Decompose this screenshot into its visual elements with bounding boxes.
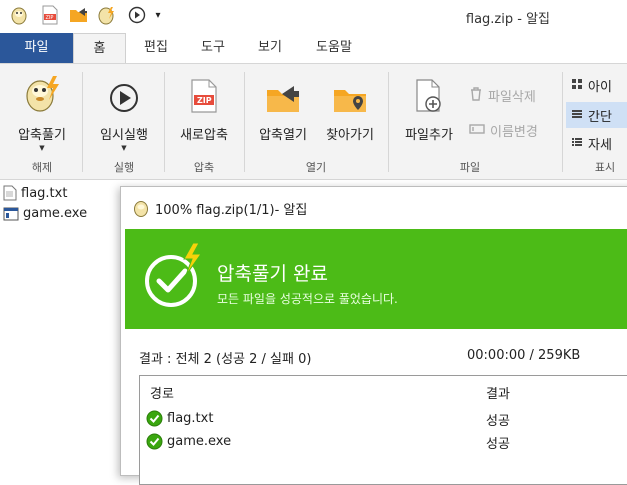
tab-view[interactable]: 보기 xyxy=(244,33,296,63)
check-lightning-icon xyxy=(143,242,207,316)
ribbon-divider xyxy=(562,72,563,172)
ribbon-divider xyxy=(244,72,245,172)
text-file-icon xyxy=(3,185,17,201)
alzip-logo-icon xyxy=(133,199,149,217)
tab-file[interactable]: 파일 xyxy=(0,33,73,63)
ribbon-divider xyxy=(388,72,389,172)
group-label-open: 열기 xyxy=(305,161,327,174)
grid-icon xyxy=(572,78,582,93)
success-check-icon xyxy=(146,433,163,450)
trash-icon xyxy=(469,86,483,105)
group-label-display: 표시 xyxy=(594,161,616,174)
group-label-run: 실행 xyxy=(113,161,135,174)
view-detail-button[interactable]: 자세 xyxy=(572,134,612,153)
delete-file-button[interactable]: 파일삭제 xyxy=(469,86,536,105)
run-button[interactable]: 임시실행 ▼ xyxy=(88,74,160,153)
file-list: flag.txt game.exe xyxy=(0,181,120,470)
dialog-title: 100% flag.zip(1/1)- 알집 xyxy=(155,202,308,218)
group-label-file: 파일 xyxy=(459,161,481,174)
list-item[interactable]: game.exe xyxy=(3,206,87,221)
view-simple-button[interactable]: 간단 xyxy=(566,102,627,128)
row-path: flag.txt xyxy=(167,410,214,426)
view-icon-label: 아이 xyxy=(588,80,612,95)
ribbon-tabs: 파일 홈 편집 도구 보기 도움말 xyxy=(0,33,627,64)
banner-subtitle: 모든 파일을 성공적으로 풀었습니다. xyxy=(217,292,398,306)
extract-button[interactable]: 압축풀기 ▼ xyxy=(6,74,78,153)
completion-banner: 압축풀기 완료 모든 파일을 성공적으로 풀었습니다. xyxy=(125,229,627,329)
extract-complete-dialog: 100% flag.zip(1/1)- 알집 압축풀기 완료 모든 파일을 성공… xyxy=(120,186,627,485)
tab-tools[interactable]: 도구 xyxy=(187,33,239,63)
tab-home[interactable]: 홈 xyxy=(73,33,126,64)
window-title: flag.zip - 알집 xyxy=(465,12,550,27)
title-bar: ZIP ▾ flag.zip - 알집 xyxy=(0,0,627,33)
svg-text:ZIP: ZIP xyxy=(197,96,212,105)
play-icon xyxy=(108,74,140,114)
view-detail-label: 자세 xyxy=(588,138,612,153)
tab-edit[interactable]: 편집 xyxy=(130,33,182,63)
list-icon xyxy=(572,108,582,123)
add-file-label: 파일추가 xyxy=(405,128,453,143)
table-row[interactable]: game.exe xyxy=(146,431,231,451)
tab-help[interactable]: 도움말 xyxy=(302,33,366,63)
dialog-title-bar: 100% flag.zip(1/1)- 알집 xyxy=(121,187,627,229)
chevron-down-icon: ▼ xyxy=(39,144,45,152)
row-path: game.exe xyxy=(167,433,232,449)
file-name: flag.txt xyxy=(21,185,68,201)
result-table: 경로 결과 flag.txt 성공 game.exe 성공 xyxy=(139,375,627,485)
new-zip-button[interactable]: ZIP 새로압축 xyxy=(168,74,240,143)
col-header-result: 결과 xyxy=(486,387,510,402)
group-label-compress: 압축 xyxy=(193,161,215,174)
find-label: 찾아가기 xyxy=(326,128,374,143)
rename-icon xyxy=(469,123,485,139)
rename-label: 이름변경 xyxy=(490,125,538,140)
success-check-icon xyxy=(146,410,163,427)
find-button[interactable]: 찾아가기 xyxy=(318,74,382,143)
extract-icon xyxy=(22,74,62,114)
chevron-down-icon: ▼ xyxy=(121,144,127,152)
new-zip-label: 새로압축 xyxy=(180,128,228,143)
time-size: 00:00:00 / 259KB xyxy=(467,348,581,363)
open-zip-label: 압축열기 xyxy=(259,128,307,143)
ribbon-divider xyxy=(82,72,83,172)
extract-label: 압축풀기 xyxy=(18,128,66,143)
col-header-path: 경로 xyxy=(150,387,174,402)
open-folder-icon xyxy=(265,74,301,114)
file-name: game.exe xyxy=(23,206,88,221)
banner-title: 압축풀기 완료 xyxy=(217,263,328,285)
group-label-extract: 해제 xyxy=(31,161,53,174)
add-file-button[interactable]: 파일추가 xyxy=(394,74,464,143)
folder-location-icon xyxy=(332,74,368,114)
open-zip-button[interactable]: 압축열기 xyxy=(248,74,318,143)
list-item[interactable]: flag.txt xyxy=(3,185,67,201)
table-row[interactable]: flag.txt xyxy=(146,408,213,428)
row-result: 성공 xyxy=(486,437,510,452)
view-icon-button[interactable]: 아이 xyxy=(572,76,612,95)
row-result: 성공 xyxy=(486,414,510,429)
result-summary: 결과 : 전체 2 (성공 2 / 실패 0) xyxy=(139,352,312,367)
delete-file-label: 파일삭제 xyxy=(488,90,536,105)
zip-file-icon: ZIP xyxy=(190,74,218,114)
ribbon: 압축풀기 ▼ 해제 임시실행 ▼ 실행 ZIP 새로압축 압축 압축열기 찾아가… xyxy=(0,63,627,180)
detail-list-icon xyxy=(572,136,582,151)
exe-file-icon xyxy=(3,207,19,221)
ribbon-divider xyxy=(164,72,165,172)
view-simple-label: 간단 xyxy=(588,109,612,125)
rename-button[interactable]: 이름변경 xyxy=(469,121,538,140)
add-file-icon xyxy=(414,74,444,114)
run-label: 임시실행 xyxy=(100,128,148,143)
